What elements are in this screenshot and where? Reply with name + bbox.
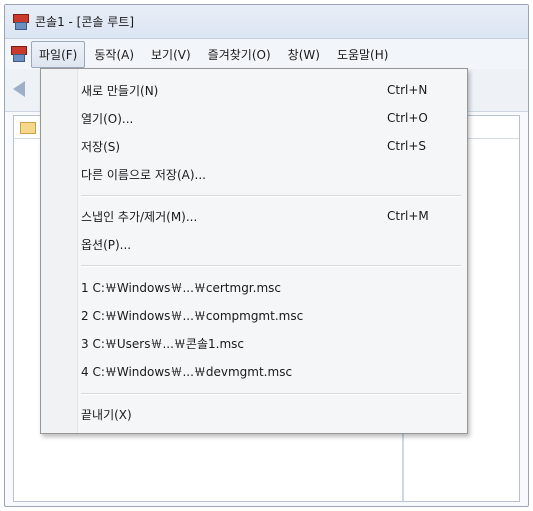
menu-separator	[81, 393, 461, 395]
menu-item-label: 3 C:￦Users￦...￦콘솔1.msc	[81, 336, 244, 351]
menu-icon-gutter	[41, 69, 78, 433]
menu-item-shortcut: Ctrl+M	[387, 209, 429, 223]
menu-item-label: 끝내기(X)	[81, 407, 132, 422]
menu-item-new[interactable]: 새로 만들기(N) Ctrl+N	[81, 79, 447, 101]
menu-item-label: 2 C:￦Windows￦...￦compmgmt.msc	[81, 308, 304, 323]
menu-item-label: 열기(O)...	[81, 111, 134, 126]
menu-separator	[81, 195, 461, 197]
menu-bar: 파일(F) 동작(A) 보기(V) 즐겨찾기(O) 창(W) 도움말(H)	[5, 39, 528, 69]
menu-view[interactable]: 보기(V)	[143, 41, 199, 68]
menu-item-shortcut: Ctrl+N	[387, 83, 428, 97]
system-menu-icon[interactable]	[11, 46, 27, 62]
menu-item-label: 4 C:￦Windows￦...￦devmgmt.msc	[81, 364, 293, 379]
folder-icon[interactable]	[20, 122, 36, 134]
menu-file[interactable]: 파일(F)	[31, 40, 86, 68]
menu-item-open[interactable]: 열기(O)... Ctrl+O	[81, 107, 447, 129]
menu-item-label: 스냅인 추가/제거(M)...	[81, 209, 198, 224]
menu-help[interactable]: 도움말(H)	[329, 41, 397, 68]
menu-separator	[81, 265, 461, 267]
menu-window[interactable]: 창(W)	[280, 41, 328, 68]
menu-item-add-remove-snapin[interactable]: 스냅인 추가/제거(M)... Ctrl+M	[81, 205, 447, 227]
menu-item-label: 1 C:￦Windows￦...￦certmgr.msc	[81, 280, 281, 295]
menu-item-recent-2[interactable]: 2 C:￦Windows￦...￦compmgmt.msc	[81, 304, 447, 326]
menu-item-label: 새로 만들기(N)	[81, 83, 159, 98]
back-arrow-icon[interactable]	[13, 81, 25, 97]
menu-item-exit[interactable]: 끝내기(X)	[81, 403, 447, 425]
menu-item-shortcut: Ctrl+S	[387, 139, 427, 153]
menu-action[interactable]: 동작(A)	[86, 41, 142, 68]
menu-item-label: 다른 이름으로 저장(A)...	[81, 167, 206, 182]
window-title: 콘솔1 - [콘솔 루트]	[35, 15, 135, 29]
menu-item-shortcut: Ctrl+O	[387, 111, 428, 125]
menu-item-options[interactable]: 옵션(P)...	[81, 233, 447, 255]
menu-favorites[interactable]: 즐겨찾기(O)	[200, 41, 279, 68]
menu-item-recent-4[interactable]: 4 C:￦Windows￦...￦devmgmt.msc	[81, 360, 447, 382]
menu-item-label: 저장(S)	[81, 139, 121, 154]
file-menu-dropdown: 새로 만들기(N) Ctrl+N 열기(O)... Ctrl+O 저장(S) C…	[40, 68, 468, 434]
menu-item-label: 옵션(P)...	[81, 237, 132, 252]
mmc-console-icon	[13, 13, 29, 30]
menu-item-recent-3[interactable]: 3 C:￦Users￦...￦콘솔1.msc	[81, 332, 447, 354]
menu-item-save[interactable]: 저장(S) Ctrl+S	[81, 135, 447, 157]
title-bar: 콘솔1 - [콘솔 루트]	[5, 5, 528, 39]
menu-item-save-as[interactable]: 다른 이름으로 저장(A)...	[81, 163, 447, 185]
menu-item-recent-1[interactable]: 1 C:￦Windows￦...￦certmgr.msc	[81, 276, 447, 298]
